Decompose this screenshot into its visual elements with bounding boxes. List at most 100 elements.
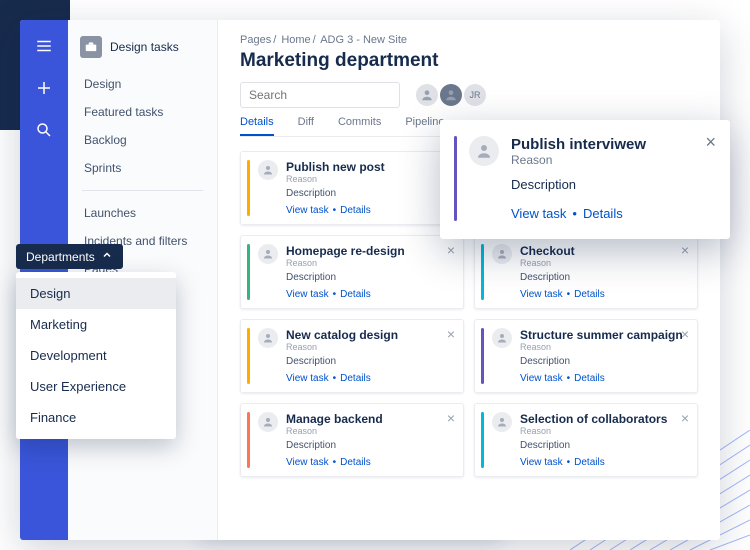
card-reason: Reason — [286, 174, 455, 184]
card-actions: View task•Details — [286, 373, 455, 384]
department-item[interactable]: Development — [16, 340, 176, 371]
details-link[interactable]: Details — [340, 373, 371, 384]
view-task-link[interactable]: View task — [286, 289, 329, 300]
menu-icon[interactable] — [30, 32, 58, 60]
crumb-pages[interactable]: Pages — [240, 34, 271, 46]
avatar-group: JR — [416, 84, 486, 106]
departments-label: Departments — [26, 250, 95, 264]
avatar — [258, 328, 278, 348]
avatar — [258, 412, 278, 432]
card-stripe — [247, 244, 250, 300]
avatar-jr[interactable]: JR — [464, 84, 486, 106]
task-card[interactable]: Homepage re-designReasonDescriptionView … — [240, 235, 464, 309]
sidebar-item[interactable]: Featured tasks — [68, 98, 217, 126]
main-content: Pages/ Home/ ADG 3 - New Site Marketing … — [218, 20, 720, 540]
chevron-up-icon — [101, 249, 113, 264]
card-title: Selection of collaborators — [520, 412, 689, 426]
tab-details[interactable]: Details — [240, 116, 274, 136]
card-actions: View task•Details — [520, 289, 689, 300]
search-input[interactable] — [240, 82, 400, 108]
add-icon[interactable] — [30, 74, 58, 102]
task-card[interactable]: Manage backendReasonDescriptionView task… — [240, 403, 464, 477]
sidebar-item[interactable]: Backlog — [68, 126, 217, 154]
view-task-link[interactable]: View task — [286, 373, 329, 384]
sidebar-item[interactable]: Launches — [68, 199, 217, 227]
card-description: Description — [286, 188, 455, 199]
card-actions: View task•Details — [286, 457, 455, 468]
popup-title: Publish interviwew — [511, 136, 712, 153]
view-task-link[interactable]: View task — [520, 457, 563, 468]
task-card[interactable]: New catalog designReason Description View … — [240, 319, 464, 393]
card-popup: Publish interviwew Reason Description Vi… — [440, 120, 730, 239]
department-item[interactable]: Finance — [16, 402, 176, 433]
card-description: Description — [286, 356, 455, 367]
avatar[interactable] — [416, 84, 438, 106]
card-title: Structure summer campaign — [520, 328, 689, 342]
card-description: Description — [520, 440, 689, 451]
tab-diff[interactable]: Diff — [298, 116, 314, 136]
card-stripe — [481, 244, 484, 300]
view-task-link[interactable]: View task — [520, 373, 563, 384]
card-stripe — [247, 412, 250, 468]
details-link[interactable]: Details — [574, 289, 605, 300]
tab-pipeline[interactable]: Pipeline — [405, 116, 444, 136]
close-icon[interactable]: × — [447, 410, 455, 426]
view-task-link[interactable]: View task — [286, 457, 329, 468]
close-icon[interactable]: × — [681, 410, 689, 426]
crumb-adg[interactable]: ADG 3 - New Site — [320, 34, 407, 46]
details-link[interactable]: Details — [340, 205, 371, 216]
details-link[interactable]: Details — [340, 289, 371, 300]
card-description: Description — [520, 356, 689, 367]
departments-toggle[interactable]: Departments — [16, 244, 123, 269]
card-stripe — [481, 412, 484, 468]
department-item[interactable]: User Experience — [16, 371, 176, 402]
tab-commits[interactable]: Commits — [338, 116, 381, 136]
sidebar-item[interactable]: Design — [68, 70, 217, 98]
card-stripe — [247, 160, 250, 216]
details-link[interactable]: Details — [574, 373, 605, 384]
page-title: Marketing department — [240, 50, 698, 72]
crumb-home[interactable]: Home — [281, 34, 310, 46]
sidebar-item[interactable]: Sprints — [68, 154, 217, 182]
search-icon[interactable] — [30, 116, 58, 144]
task-card[interactable]: Selection of collaboratorsReasonDescript… — [474, 403, 698, 477]
avatar — [492, 244, 512, 264]
task-card[interactable]: Structure summer campaignReasonDescripti… — [474, 319, 698, 393]
view-task-link[interactable]: View task — [511, 206, 566, 221]
view-task-link[interactable]: View task — [286, 205, 329, 216]
details-link[interactable]: Details — [574, 457, 605, 468]
card-stripe — [481, 328, 484, 384]
popup-description: Description — [511, 177, 712, 192]
avatar — [258, 244, 278, 264]
close-icon[interactable]: × — [681, 326, 689, 342]
view-task-link[interactable]: View task — [520, 289, 563, 300]
close-icon[interactable]: × — [705, 132, 716, 153]
card-reason: Reason — [286, 258, 455, 268]
card-title: Publish new post — [286, 160, 455, 174]
close-icon[interactable]: × — [447, 326, 455, 342]
card-description: Description — [286, 440, 455, 451]
card-title: New catalog design — [286, 328, 455, 342]
card-reason: Reason — [286, 426, 455, 436]
task-card[interactable]: CheckoutReasonDescriptionView task•Detai… — [474, 235, 698, 309]
popup-actions: View task•Details — [511, 206, 712, 221]
sidebar-title: Design tasks — [110, 40, 179, 54]
department-item[interactable]: Marketing — [16, 309, 176, 340]
close-icon[interactable]: × — [681, 242, 689, 258]
card-actions: View task•Details — [286, 205, 455, 216]
details-link[interactable]: Details — [583, 206, 623, 221]
card-actions: View task•Details — [520, 457, 689, 468]
task-card[interactable]: Publish new postReason Description View ta… — [240, 151, 464, 225]
project-icon — [80, 36, 102, 58]
toolbar: JR — [240, 82, 698, 108]
card-actions: View task•Details — [286, 289, 455, 300]
details-link[interactable]: Details — [340, 457, 371, 468]
department-item[interactable]: Design — [16, 278, 176, 309]
card-reason: Reason — [520, 258, 689, 268]
card-description: Description — [286, 272, 455, 283]
avatar[interactable] — [440, 84, 462, 106]
avatar — [492, 412, 512, 432]
card-reason: Reason — [286, 342, 455, 352]
close-icon[interactable]: × — [447, 242, 455, 258]
avatar — [258, 160, 278, 180]
